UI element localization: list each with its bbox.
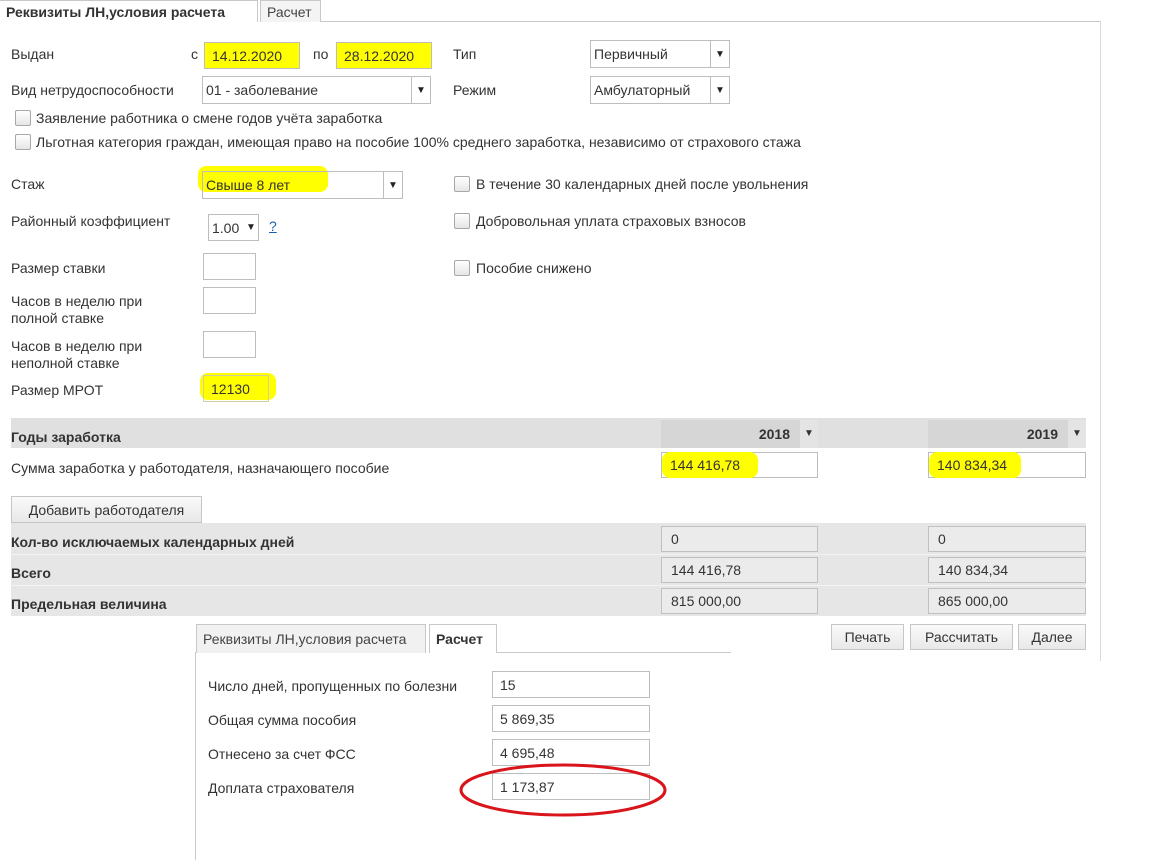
mode-value: Амбулаторный [594, 82, 691, 98]
tab-calculation[interactable]: Расчет [260, 0, 321, 22]
bottom-tab-line [497, 652, 731, 653]
earnings1-highlight: 144 416,78 [662, 452, 758, 478]
mrot-input[interactable]: 12130 [203, 375, 269, 402]
mode-select[interactable]: Амбулаторный ▼ [590, 76, 730, 104]
chevron-down-icon: ▼ [800, 420, 818, 448]
add-employer-button[interactable]: Добавить работодателя [11, 496, 202, 523]
issued-label: Выдан [11, 46, 55, 62]
panel-border-right [1100, 21, 1101, 661]
calc-days-input[interactable]: 15 [492, 671, 650, 698]
type-label: Тип [453, 46, 477, 62]
calculate-button[interactable]: Рассчитать [910, 624, 1013, 650]
earnings2-highlight: 140 834,34 [929, 452, 1021, 478]
years-header-band [11, 418, 1086, 448]
panel-border-top [320, 21, 1100, 22]
calc-total-input[interactable]: 5 869,35 [492, 705, 650, 732]
type-value: Первичный [594, 46, 668, 62]
disability-value: 01 - заболевание [206, 82, 319, 98]
bottom-panel-left-border [195, 652, 196, 860]
chevron-down-icon: ▼ [411, 77, 430, 103]
calc-total-label: Общая сумма пособия [208, 712, 357, 728]
print-button[interactable]: Печать [831, 624, 904, 650]
hours-part-label: Часов в неделю при неполной ставке [11, 338, 143, 371]
year1-value: 2018 [758, 426, 790, 442]
hours-full-input[interactable] [203, 287, 256, 314]
excluded-value-2: 0 [928, 526, 1086, 552]
reduced-label: Пособие снижено [476, 260, 592, 276]
earnings-label: Сумма заработка у работодателя, назначаю… [11, 460, 390, 476]
chevron-down-icon: ▼ [710, 41, 729, 67]
regional-select[interactable]: 1.00 ▼ [208, 214, 259, 241]
after-dismissal-label: В течение 30 календарных дней после увол… [476, 176, 809, 192]
seniority-label: Стаж [11, 176, 45, 192]
regional-help-link[interactable]: ? [269, 218, 277, 234]
hours-full-label: Часов в неделю при полной ставке [11, 293, 143, 326]
regional-value: 1.00 [212, 219, 240, 236]
limit-value-1: 815 000,00 [661, 588, 818, 614]
after-dismissal-checkbox[interactable] [454, 176, 470, 192]
issued-to-input[interactable]: 28.12.2020 [336, 42, 432, 69]
summary-divider-2 [11, 585, 1086, 586]
chevron-down-icon: ▼ [1068, 420, 1086, 448]
bottom-tab-details[interactable]: Реквизиты ЛН,условия расчета [196, 624, 426, 653]
year1-select[interactable]: 2018 ▼ [661, 420, 818, 448]
calc-days-label: Число дней, пропущенных по болезни [208, 678, 458, 694]
change-years-label: Заявление работника о смене годов учёта … [36, 110, 383, 126]
total-value-2: 140 834,34 [928, 557, 1086, 583]
next-button[interactable]: Далее [1018, 624, 1086, 650]
privileged-checkbox[interactable] [15, 134, 31, 150]
reduced-checkbox[interactable] [454, 260, 470, 276]
limit-label: Предельная величина [11, 596, 167, 612]
limit-value-2: 865 000,00 [928, 588, 1086, 614]
type-select[interactable]: Первичный ▼ [590, 40, 730, 68]
total-value-1: 144 416,78 [661, 557, 818, 583]
year2-value: 2019 [1026, 426, 1058, 442]
mode-label: Режим [453, 82, 497, 98]
tab-details[interactable]: Реквизиты ЛН,условия расчета [0, 0, 258, 22]
change-years-checkbox[interactable] [15, 110, 31, 126]
mrot-label: Размер МРОТ [11, 382, 104, 398]
privileged-label: Льготная категория граждан, имеющая прав… [36, 134, 801, 150]
bottom-tab-calculation[interactable]: Расчет [429, 624, 497, 653]
disability-select[interactable]: 01 - заболевание ▼ [202, 76, 431, 104]
years-title: Годы заработка [11, 429, 121, 445]
chevron-down-icon: ▼ [244, 215, 258, 240]
hours-part-input[interactable] [203, 331, 256, 358]
year2-select[interactable]: 2019 ▼ [928, 420, 1086, 448]
red-circle-annotation [459, 763, 667, 817]
excluded-label: Кол-во исключаемых календарных дней [11, 534, 295, 550]
issued-from-label: с [191, 46, 198, 62]
regional-label: Районный коэффициент [11, 213, 171, 229]
chevron-down-icon: ▼ [383, 172, 402, 198]
seniority-value: Свыше 8 лет [206, 177, 291, 193]
disability-label: Вид нетрудоспособности [11, 82, 174, 98]
chevron-down-icon: ▼ [710, 77, 729, 103]
voluntary-checkbox[interactable] [454, 213, 470, 229]
summary-divider-1 [11, 554, 1086, 555]
total-label: Всего [11, 565, 51, 581]
rate-input[interactable] [203, 253, 256, 280]
voluntary-label: Добровольная уплата страховых взносов [476, 213, 746, 229]
rate-label: Размер ставки [11, 260, 106, 276]
excluded-value-1: 0 [661, 526, 818, 552]
issued-to-label: по [313, 46, 329, 62]
calc-fss-label: Отнесено за счет ФСС [208, 746, 356, 762]
issued-from-input[interactable]: 14.12.2020 [204, 42, 300, 69]
calc-employer-label: Доплата страхователя [208, 780, 355, 796]
seniority-select[interactable]: Свыше 8 лет ▼ [202, 171, 403, 199]
